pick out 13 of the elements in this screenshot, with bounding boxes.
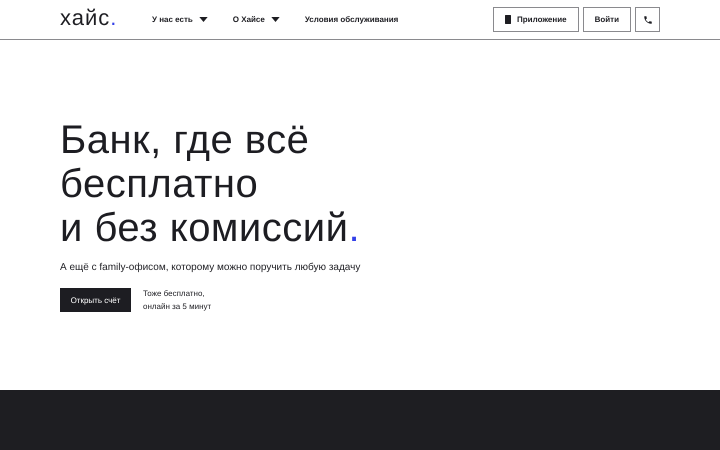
login-button[interactable]: Войти (582, 7, 631, 32)
subtitle: А ещё с family-офисом, которому можно поручить любую задачу (60, 262, 362, 273)
headline: Банк, где всё бесплатно и без комиссий. (60, 118, 362, 250)
open-account-button[interactable]: Открыть счёт (60, 288, 131, 312)
cta-note: Тоже бесплатно, онлайн за 5 минут (143, 288, 212, 313)
call-button[interactable] (635, 7, 660, 32)
phone-icon (642, 14, 652, 24)
nav-link[interactable]: Условия обслуживания (304, 15, 398, 24)
nav-link[interactable]: О Хайсе (232, 15, 280, 24)
nav-link[interactable]: У нас есть (152, 15, 208, 24)
app-button[interactable]: Приложение (493, 7, 579, 32)
phone-device-icon (505, 15, 512, 24)
logo[interactable]: хайс. (60, 4, 152, 30)
